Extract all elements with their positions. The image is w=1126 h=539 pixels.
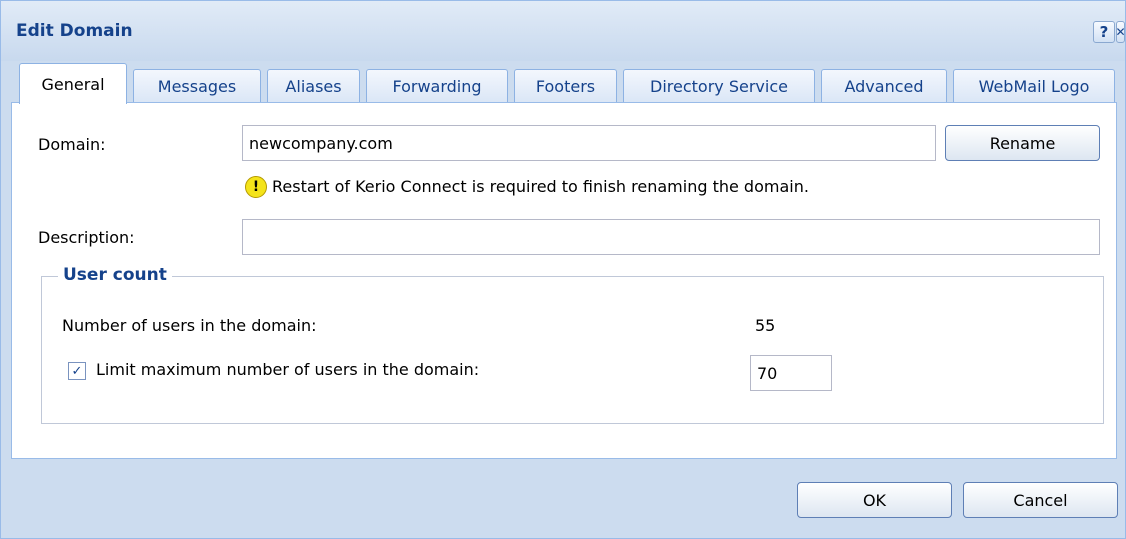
tab-general[interactable]: General [19, 63, 127, 104]
tab-aliases[interactable]: Aliases [267, 69, 360, 103]
close-icon[interactable]: ✕ [1115, 21, 1126, 43]
rename-button[interactable]: Rename [945, 125, 1100, 161]
tab-advanced[interactable]: Advanced [821, 69, 947, 103]
description-label: Description: [38, 228, 135, 247]
description-input[interactable] [242, 219, 1100, 255]
user-count-legend: User count [58, 265, 172, 285]
edit-domain-dialog: Edit Domain ? ✕ General Messages Aliases… [0, 0, 1126, 539]
domain-input[interactable]: newcompany.com [242, 125, 936, 161]
rename-warning-text: Restart of Kerio Connect is required to … [272, 177, 809, 196]
users-count-label: Number of users in the domain: [62, 316, 317, 335]
users-count-value: 55 [755, 316, 776, 335]
dialog-titlebar[interactable]: Edit Domain ? ✕ [1, 1, 1126, 61]
tab-messages[interactable]: Messages [133, 69, 261, 103]
limit-users-input[interactable]: 70 [750, 355, 832, 391]
tab-webmail-logo[interactable]: WebMail Logo [953, 69, 1115, 103]
tab-forwarding[interactable]: Forwarding [366, 69, 508, 103]
general-tab-panel: Domain: newcompany.com Rename ! Restart … [11, 102, 1117, 459]
tab-directory-service[interactable]: Directory Service [623, 69, 815, 103]
limit-users-label[interactable]: Limit maximum number of users in the dom… [96, 360, 479, 379]
help-icon[interactable]: ? [1093, 21, 1115, 43]
domain-label: Domain: [38, 135, 106, 154]
tab-footers[interactable]: Footers [514, 69, 617, 103]
user-count-fieldset [41, 276, 1104, 424]
dialog-title: Edit Domain [16, 21, 133, 41]
limit-users-checkbox[interactable]: ✓ [68, 362, 86, 380]
ok-button[interactable]: OK [797, 482, 952, 518]
warning-icon: ! [245, 176, 267, 198]
cancel-button[interactable]: Cancel [963, 482, 1118, 518]
